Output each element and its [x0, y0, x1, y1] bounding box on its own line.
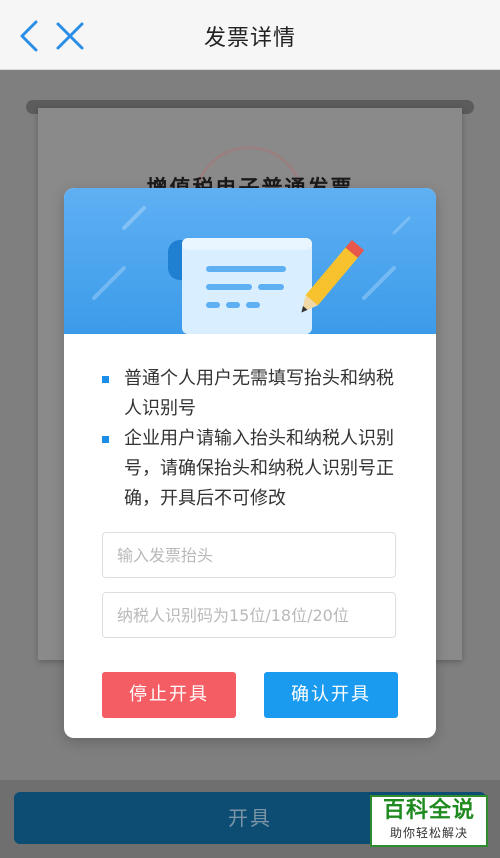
page-title: 发票详情 — [203, 26, 296, 51]
watermark-main-text: 百科全说 — [382, 798, 475, 823]
bullet-icon — [102, 436, 109, 443]
top-nav-bar: 发票详情 — [0, 0, 500, 70]
bullet-icon — [102, 376, 109, 383]
confirm-issue-button[interactable]: 确认开具 — [264, 672, 398, 718]
invoice-title-dialog: 普通个人用户无需填写抬头和纳税人识别号 企业用户请输入抬头和纳税人识别号，请确保… — [64, 188, 436, 738]
stop-issue-button[interactable]: 停止开具 — [102, 672, 236, 718]
note-business-user: 企业用户请输入抬头和纳税人识别号，请确保抬头和纳税人识别号正确，开具后不可修改 — [102, 424, 402, 514]
note-text: 企业用户请输入抬头和纳税人识别号，请确保抬头和纳税人识别号正确，开具后不可修改 — [124, 428, 394, 509]
invoice-document-icon — [92, 206, 411, 334]
note-personal-user: 普通个人用户无需填写抬头和纳税人识别号 — [102, 364, 402, 424]
invoice-title-input[interactable] — [102, 532, 396, 578]
taxpayer-id-input[interactable] — [102, 592, 396, 638]
dialog-banner — [64, 188, 436, 334]
watermark-logo: 百科全说 助你轻松解决 — [370, 795, 488, 847]
watermark-sub-text: 助你轻松解决 — [389, 826, 468, 840]
note-text: 普通个人用户无需填写抬头和纳税人识别号 — [124, 368, 394, 419]
